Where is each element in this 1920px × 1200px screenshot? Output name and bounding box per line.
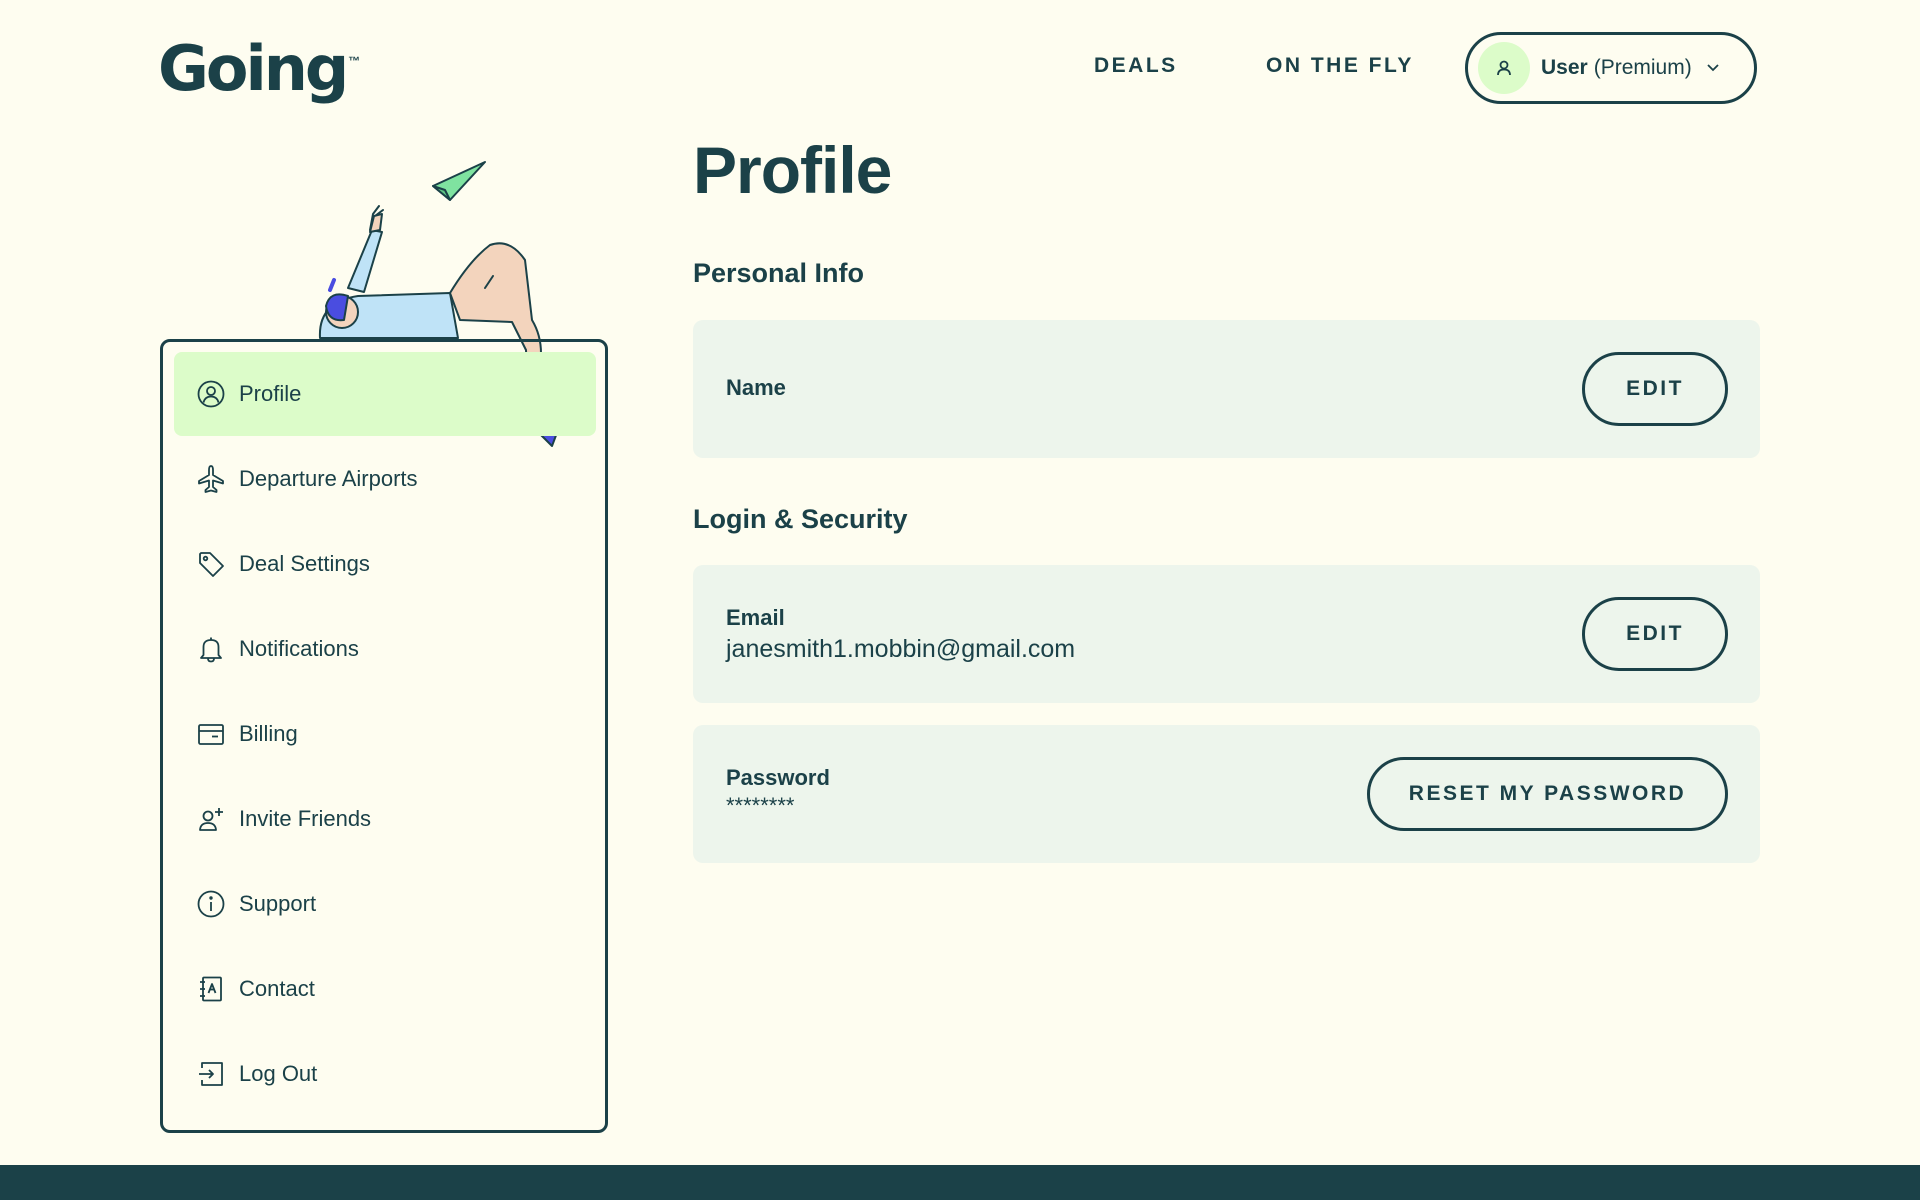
nav-on-the-fly-link[interactable]: ON THE FLY — [1266, 54, 1414, 78]
bell-icon — [196, 634, 226, 664]
user-menu-button[interactable]: User (Premium) — [1465, 32, 1757, 104]
chevron-down-icon — [1706, 63, 1720, 73]
account-sidebar: Profile Departure Airports Deal Settings… — [160, 339, 608, 1133]
info-icon — [196, 889, 226, 919]
edit-name-button[interactable]: EDIT — [1582, 352, 1728, 426]
user-icon — [1497, 60, 1511, 76]
paper-plane-icon — [432, 161, 486, 201]
address-book-icon — [196, 974, 226, 1004]
sidebar-item-contact[interactable]: Contact — [174, 947, 596, 1031]
name-card: Name EDIT — [693, 320, 1760, 458]
user-tier: (Premium) — [1593, 56, 1692, 79]
login-security-heading: Login & Security — [693, 504, 908, 534]
password-label: Password — [726, 765, 830, 790]
edit-email-button[interactable]: EDIT — [1582, 597, 1728, 671]
nav-deals-link[interactable]: DEALS — [1094, 54, 1178, 78]
sidebar-item-invite-friends[interactable]: Invite Friends — [174, 777, 596, 861]
email-card: Email janesmith1.mobbin@gmail.com EDIT — [693, 565, 1760, 703]
sidebar-item-departure-airports[interactable]: Departure Airports — [174, 437, 596, 521]
sidebar-item-label: Profile — [239, 381, 302, 406]
sidebar-item-notifications[interactable]: Notifications — [174, 607, 596, 691]
user-plus-icon — [196, 804, 226, 834]
email-value: janesmith1.mobbin@gmail.com — [726, 635, 1076, 663]
page-title: Profile — [693, 133, 892, 207]
logout-icon — [196, 1059, 226, 1089]
password-value: ******** — [726, 793, 795, 818]
sidebar-item-label: Billing — [239, 721, 298, 746]
sidebar-item-label: Invite Friends — [239, 806, 372, 831]
sidebar-item-label: Notifications — [239, 636, 359, 661]
password-card: Password ******** RESET MY PASSWORD — [693, 725, 1760, 863]
avatar — [1478, 42, 1530, 94]
sidebar-item-label: Log Out — [239, 1061, 318, 1086]
sidebar-item-label: Departure Airports — [239, 466, 418, 491]
sidebar-item-billing[interactable]: Billing — [174, 692, 596, 776]
reset-password-button[interactable]: RESET MY PASSWORD — [1367, 757, 1728, 831]
plane-icon — [196, 464, 226, 494]
tag-icon — [196, 549, 226, 579]
sidebar-item-label: Support — [239, 891, 317, 916]
sidebar-item-label: Contact — [239, 976, 315, 1001]
name-label: Name — [726, 375, 786, 400]
wallet-icon — [196, 719, 226, 749]
email-label: Email — [726, 605, 785, 630]
sidebar-item-label: Deal Settings — [239, 551, 370, 576]
sidebar-item-profile[interactable]: Profile — [174, 352, 596, 436]
logo-wordmark: Going — [158, 32, 349, 105]
user-name: User — [1541, 56, 1588, 79]
sidebar-item-log-out[interactable]: Log Out — [174, 1032, 596, 1116]
personal-info-heading: Personal Info — [693, 258, 865, 288]
going-logo[interactable]: Going ™ — [158, 34, 360, 104]
sidebar-item-deal-settings[interactable]: Deal Settings — [174, 522, 596, 606]
sidebar-item-support[interactable]: Support — [174, 862, 596, 946]
logo-trademark: ™ — [348, 54, 361, 68]
footer — [0, 1165, 1920, 1200]
user-circle-icon — [196, 379, 226, 409]
